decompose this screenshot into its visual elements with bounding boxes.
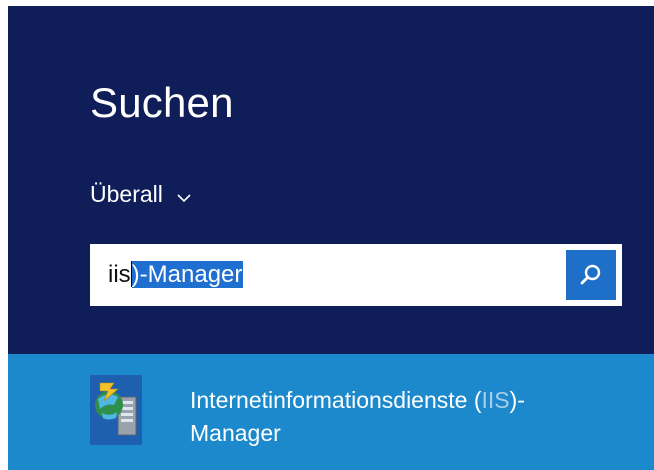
search-result-item[interactable]: Internetinformationsdienste (IIS)- Manage… [8, 354, 654, 470]
search-result-label: Internetinformationsdienste (IIS)- Manage… [190, 384, 630, 450]
typed-text: iis [108, 261, 131, 288]
search-pane: Suchen Überall iis)-Manager Internetinfo… [8, 6, 654, 470]
search-icon [580, 264, 601, 285]
search-input-text: iis)-Manager [108, 261, 244, 289]
scope-label: Überall [90, 181, 163, 207]
result-label-suffix: )- [509, 387, 525, 413]
result-label-prefix: Internetinformationsdienste ( [190, 387, 482, 413]
autocomplete-selection: )-Manager [131, 261, 244, 288]
pane-title: Suchen [90, 79, 234, 126]
scope-dropdown[interactable]: Überall [90, 183, 191, 206]
result-label-line2: Manager [190, 420, 281, 446]
search-button[interactable] [566, 250, 616, 300]
iis-manager-icon [90, 375, 142, 445]
chevron-down-icon [177, 193, 191, 202]
result-label-match: IIS [481, 387, 510, 413]
search-input[interactable]: iis)-Manager [90, 244, 622, 306]
